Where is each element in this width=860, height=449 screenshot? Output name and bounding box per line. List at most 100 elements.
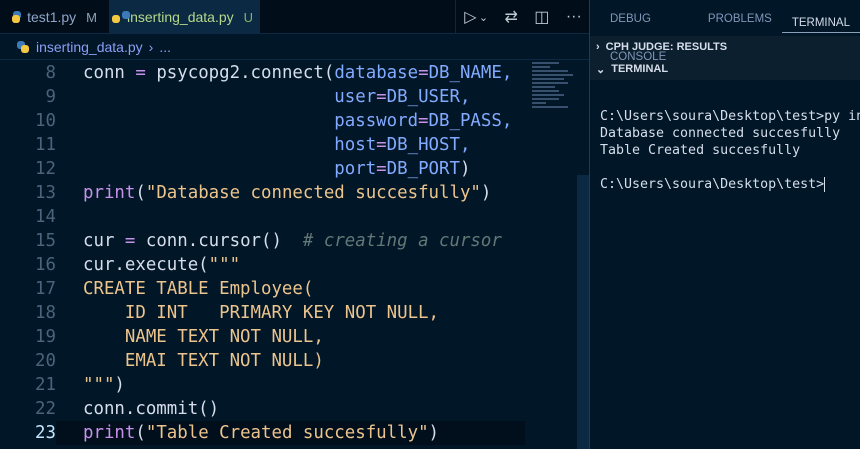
compare-changes-icon[interactable]: ⇄ [505,7,518,27]
code-token: EMAI TEXT NOT NULL) [83,351,324,371]
line-number: 17 [35,279,56,299]
code-text: conn.commit() [56,397,219,421]
vertical-scrollbar[interactable] [577,60,589,449]
breadcrumb: inserting_data.py › ... [0,34,590,60]
code-text: user=DB_USER, [56,85,470,109]
code-line[interactable]: 17 CREATE TABLE Employee( [0,277,575,301]
panel: DEBUG CONSOLE PROBLEMS TERMINAL › CPH JU… [590,0,860,449]
tab-bar: test1.py M inserting_data.py U ▷ ⌄ ⇄ ◫ ·… [0,0,590,34]
tab-problems[interactable]: PROBLEMS [698,0,782,36]
code-line[interactable]: 12 port=DB_PORT) [0,157,575,181]
code-line[interactable]: 8 conn = psycopg2.connect(database=DB_NAM… [0,61,575,85]
code-line[interactable]: 10 password=DB_PASS, [0,109,575,133]
code-text: print("Table Created succesfully") [56,421,525,445]
line-number: 13 [35,183,56,203]
code-token: = [124,231,136,251]
code-token: print [83,183,136,203]
code-token: psycopg2.connect( [145,63,335,83]
code-token: = [418,111,429,131]
code-text: password=DB_PASS, [56,109,512,133]
scrollbar-thumb[interactable] [577,175,589,449]
code-token: conn.cursor() [135,231,303,251]
terminal-line: Table Created succesfully [600,143,801,158]
code-line[interactable]: 15 cur = conn.cursor() # creating a curso… [0,229,575,253]
code-line[interactable]: 22 conn.commit() [0,397,575,421]
line-number: 23 [35,423,56,443]
code-area[interactable]: 8 conn = psycopg2.connect(database=DB_NAM… [0,61,575,445]
code-text: cur.execute(""" [56,253,240,277]
line-number: 8 [45,63,56,83]
tab-label: inserting_data.py [127,9,234,25]
code-token: ) [459,159,471,179]
code-token: """ [83,375,115,395]
code-token: "Database connected succesfully" [145,183,481,203]
code-text: host=DB_HOST, [56,133,470,157]
chevron-right-icon: › [148,38,154,55]
code-token: user [334,87,377,107]
code-token: ( [135,423,146,443]
code-token: ( [135,183,146,203]
tab-terminal[interactable]: TERMINAL [781,4,860,33]
code-line[interactable]: 11 host=DB_HOST, [0,133,575,157]
line-number: 10 [35,111,56,131]
code-token: password [334,111,419,131]
line-number: 22 [35,399,56,419]
code-token: CREATE TABLE Employee( [83,279,314,299]
tab-debug-console[interactable]: DEBUG CONSOLE [590,0,698,63]
code-text: cur = conn.cursor() # creating a cursor [56,229,502,253]
terminal-line: Database connected succesfully [600,126,841,141]
breadcrumb-symbols[interactable]: ... [159,39,171,55]
split-editor-icon[interactable]: ◫ [534,7,549,27]
git-status-badge: U [243,9,254,25]
code-line[interactable]: 18 ID INT PRIMARY KEY NOT NULL, [0,301,575,325]
code-token: print [83,423,136,443]
terminal-cursor [824,176,826,192]
code-token: DB_HOST, [386,135,471,155]
code-token: cur.execute( [83,255,209,275]
terminal-line: C:\Users\soura\Desktop\test>py in [600,109,860,124]
code-token: conn [83,63,136,83]
section-label: TERMINAL [611,63,669,75]
code-token: # creating a cursor [302,231,502,251]
code-token: ) [480,183,492,203]
code-token: "Table Created succesfully" [145,423,429,443]
terminal-prompt: C:\Users\soura\Desktop\test> [600,177,825,192]
tab-inserting-data[interactable]: inserting_data.py U [109,0,260,34]
code-token: host [334,135,377,155]
terminal-output[interactable]: C:\Users\soura\Desktop\test>py in Databas… [590,80,860,193]
code-line[interactable]: 20 EMAI TEXT NOT NULL) [0,349,575,373]
code-line[interactable]: 23 print("Table Created succesfully") [0,421,575,445]
code-token: = [376,87,387,107]
line-number: 12 [35,159,56,179]
line-number: 9 [45,87,56,107]
breadcrumb-file[interactable]: inserting_data.py [36,39,143,55]
panel-tabs: DEBUG CONSOLE PROBLEMS TERMINAL [590,0,860,63]
code-line[interactable]: 16 cur.execute(""" [0,253,575,277]
line-number: 18 [35,303,56,323]
code-line[interactable]: 9 user=DB_USER, [0,85,575,109]
minimap[interactable] [532,60,577,120]
code-line[interactable]: 21 """) [0,373,575,397]
editor-actions: ▷ ⌄ ⇄ ◫ ··· [455,0,590,34]
code-token: """ [208,255,241,275]
code-line[interactable]: 19 NAME TEXT NOT NULL, [0,325,575,349]
line-number: 20 [35,351,56,371]
code-line[interactable]: 13 print("Database connected succesfully"… [0,181,575,205]
line-number: 21 [35,375,56,395]
code-token: NAME TEXT NOT NULL, [83,327,324,347]
code-line[interactable]: 14 [0,205,575,229]
more-actions-icon[interactable]: ··· [566,8,582,26]
tab-test1[interactable]: test1.py M [0,0,109,34]
chevron-down-icon[interactable]: ⌄ [479,11,488,24]
code-text: print("Database connected succesfully") [56,181,491,205]
section-label: CPH JUDGE: RESULTS [605,41,728,53]
code-text: EMAI TEXT NOT NULL) [56,349,324,373]
code-text: """) [56,373,125,397]
chevron-right-icon: › [596,41,600,53]
code-token: database [334,63,419,83]
run-icon[interactable]: ▷ [464,7,476,27]
